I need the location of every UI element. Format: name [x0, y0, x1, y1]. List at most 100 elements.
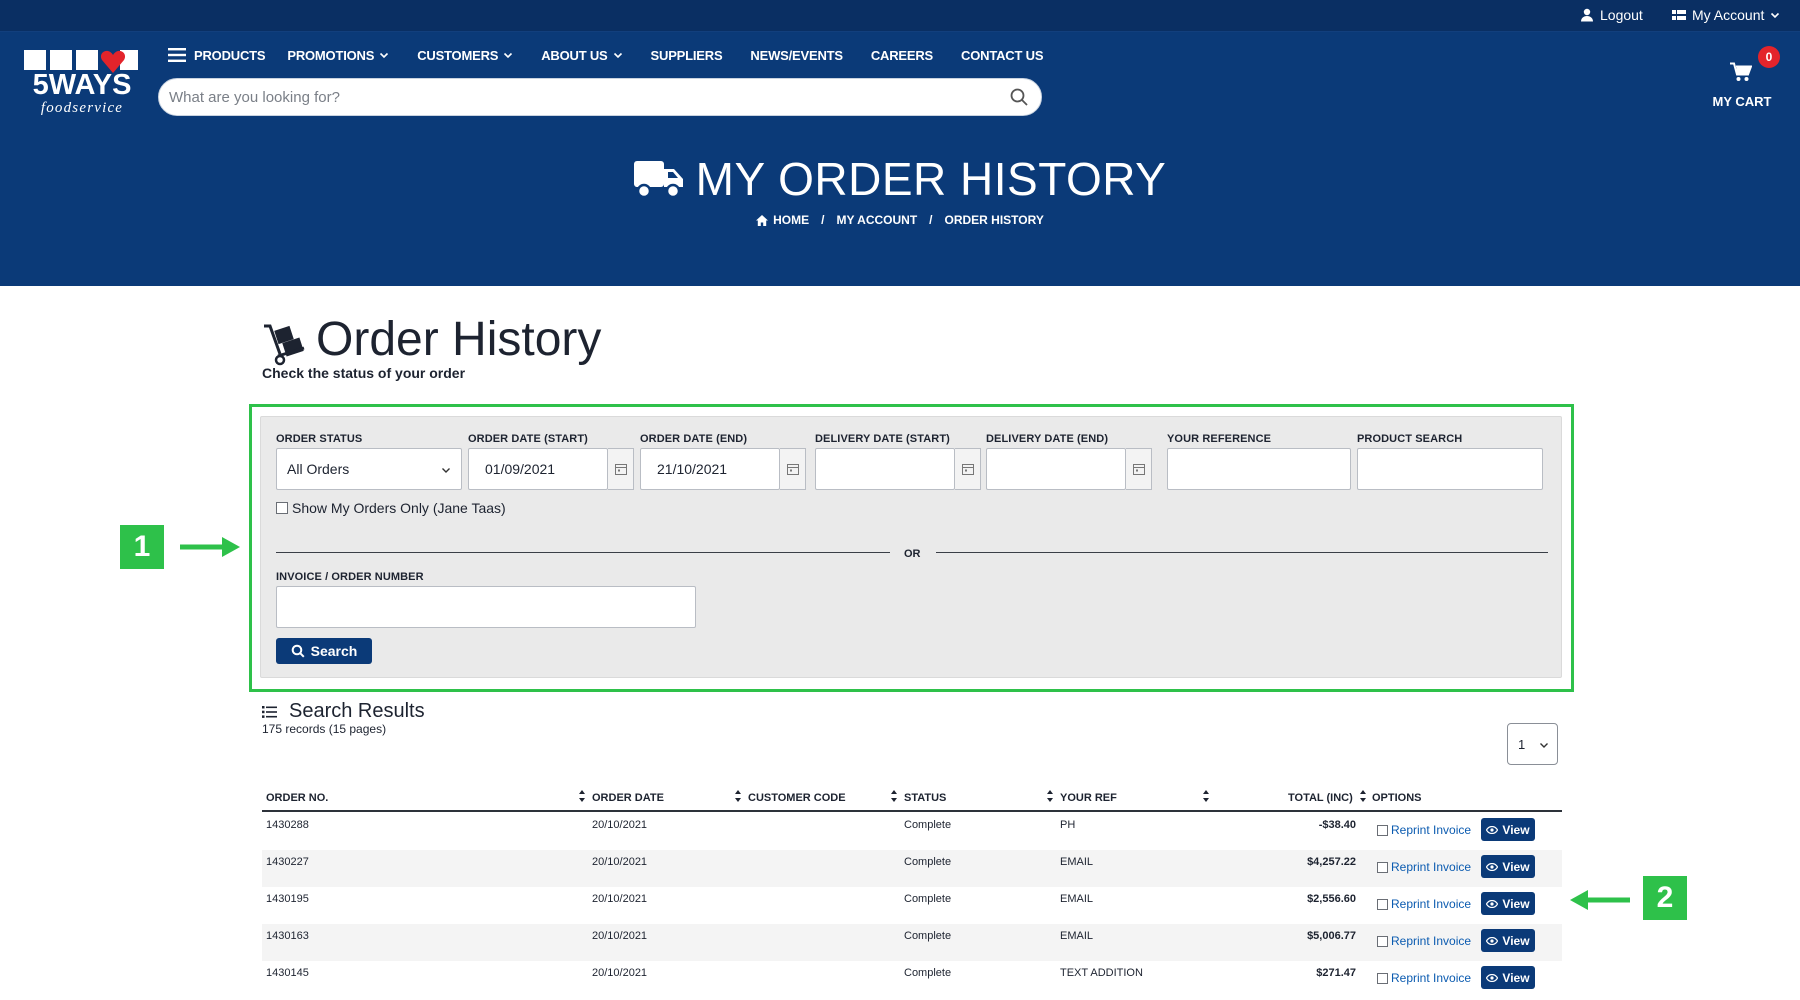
view-button[interactable]: View — [1481, 966, 1535, 989]
eye-icon — [1486, 973, 1499, 982]
nav-products[interactable]: PRODUCTS — [194, 48, 266, 63]
hero-title-text: MY ORDER HISTORY — [695, 153, 1167, 205]
nav-about-us[interactable]: ABOUT US — [541, 48, 622, 63]
reprint-invoice[interactable]: Reprint Invoice — [1377, 860, 1471, 874]
table-row: 1430145 20/10/2021 Complete TEXT ADDITIO… — [262, 961, 1562, 998]
reprint-invoice[interactable]: Reprint Invoice — [1377, 934, 1471, 948]
order-status: Complete — [904, 967, 952, 979]
table-row: 1430288 20/10/2021 Complete PH -$38.40 R… — [262, 813, 1562, 850]
hand-truck-icon — [264, 324, 305, 366]
reprint-checkbox[interactable] — [1377, 898, 1388, 910]
page-select[interactable]: 1 — [1507, 723, 1558, 765]
sort-icon[interactable] — [1046, 790, 1054, 802]
nav-news-events[interactable]: NEWS/EVENTS — [750, 48, 843, 63]
nav-suppliers[interactable]: SUPPLIERS — [651, 48, 723, 63]
order-status: Complete — [904, 930, 952, 942]
page-title: Order History — [316, 313, 602, 366]
order-date-end-calendar[interactable] — [780, 448, 806, 490]
show-my-orders-checkbox[interactable] — [276, 502, 288, 514]
search-button[interactable]: Search — [276, 638, 372, 664]
site-logo[interactable]: 5WAYS foodservice — [20, 40, 140, 116]
col-order-no[interactable]: ORDER NO. — [266, 792, 328, 804]
sort-icon[interactable] — [578, 790, 586, 802]
arrow-left-icon — [1570, 890, 1630, 910]
order-date-start-calendar[interactable] — [608, 448, 634, 490]
order-date-end-input[interactable]: 21/10/2021 — [640, 448, 780, 490]
delivery-date-end-input[interactable] — [986, 448, 1126, 490]
divider — [936, 552, 1548, 553]
your-reference-input[interactable] — [1167, 448, 1351, 490]
nav-customers[interactable]: CUSTOMERS — [417, 48, 513, 63]
order-total: $4,257.22 — [1307, 856, 1356, 868]
invoice-number-input[interactable] — [276, 586, 696, 628]
logout-link[interactable]: Logout — [1580, 7, 1643, 23]
col-order-date[interactable]: ORDER DATE — [592, 792, 664, 804]
site-search-input[interactable] — [169, 83, 999, 111]
view-button[interactable]: View — [1481, 892, 1535, 915]
col-total[interactable]: TOTAL (INC) — [1288, 792, 1353, 804]
chevron-down-icon — [1540, 743, 1548, 748]
reprint-checkbox[interactable] — [1377, 972, 1388, 984]
main-nav: PRODUCTS PROMOTIONS CUSTOMERS ABOUT US S… — [168, 44, 1043, 66]
order-date: 20/10/2021 — [592, 893, 648, 905]
col-your-ref[interactable]: YOUR REF — [1060, 792, 1117, 804]
delivery-date-start-calendar[interactable] — [955, 448, 981, 490]
order-number[interactable]: 1430288 — [266, 819, 309, 831]
nav-contact-us[interactable]: CONTACT US — [961, 48, 1043, 63]
your-reference-label: YOUR REFERENCE — [1167, 433, 1272, 445]
show-my-orders-checkbox-row[interactable]: Show My Orders Only (Jane Taas) — [276, 500, 506, 516]
delivery-date-end-label: DELIVERY DATE (END) — [986, 433, 1109, 445]
breadcrumb: HOME / MY ACCOUNT / ORDER HISTORY — [0, 213, 1800, 227]
page-subtitle: Check the status of your order — [262, 365, 466, 381]
reprint-invoice[interactable]: Reprint Invoice — [1377, 897, 1471, 911]
nav-promotions[interactable]: PROMOTIONS — [287, 48, 389, 63]
top-bar: Logout My Account — [0, 0, 1800, 32]
nav-careers[interactable]: CAREERS — [871, 48, 933, 63]
col-status[interactable]: STATUS — [904, 792, 946, 804]
reprint-checkbox[interactable] — [1377, 861, 1388, 873]
eye-icon — [1486, 899, 1499, 908]
chevron-down-icon — [380, 52, 389, 59]
breadcrumb-order-history[interactable]: ORDER HISTORY — [945, 213, 1044, 227]
product-search-input[interactable] — [1357, 448, 1543, 490]
col-customer-code[interactable]: CUSTOMER CODE — [748, 792, 846, 804]
product-search-label: PRODUCT SEARCH — [1357, 433, 1463, 445]
hamburger-icon[interactable] — [168, 48, 186, 62]
page-heading: Order History — [262, 314, 601, 366]
order-date: 20/10/2021 — [592, 819, 648, 831]
arrow-right-icon — [180, 537, 240, 557]
order-status-select[interactable]: All Orders — [276, 448, 462, 490]
table-row: 1430163 20/10/2021 Complete EMAIL $5,006… — [262, 924, 1562, 961]
breadcrumb-my-account[interactable]: MY ACCOUNT — [836, 213, 917, 227]
order-number[interactable]: 1430195 — [266, 893, 309, 905]
delivery-date-end-calendar[interactable] — [1126, 448, 1152, 490]
reprint-checkbox[interactable] — [1377, 935, 1388, 947]
reprint-checkbox[interactable] — [1377, 824, 1388, 836]
sort-icon[interactable] — [734, 790, 742, 802]
order-date-start-input[interactable]: 01/09/2021 — [468, 448, 608, 490]
order-number[interactable]: 1430163 — [266, 930, 309, 942]
sort-icon[interactable] — [1202, 790, 1210, 802]
reprint-invoice[interactable]: Reprint Invoice — [1377, 823, 1471, 837]
logo-mark — [24, 50, 138, 73]
order-number[interactable]: 1430227 — [266, 856, 309, 868]
delivery-date-start-input[interactable] — [815, 448, 955, 490]
view-button[interactable]: View — [1481, 855, 1535, 878]
order-number[interactable]: 1430145 — [266, 967, 309, 979]
my-account-label: My Account — [1692, 7, 1765, 23]
list-icon — [262, 705, 277, 718]
chevron-down-icon — [504, 52, 513, 59]
eye-icon — [1486, 862, 1499, 871]
sort-icon[interactable] — [1359, 790, 1367, 802]
view-button[interactable]: View — [1481, 818, 1535, 841]
cart-button[interactable]: 0 MY CART — [1700, 46, 1784, 116]
reprint-invoice[interactable]: Reprint Invoice — [1377, 971, 1471, 985]
invoice-number-label: INVOICE / ORDER NUMBER — [276, 571, 424, 583]
order-status: Complete — [904, 893, 952, 905]
breadcrumb-home[interactable]: HOME — [756, 213, 809, 227]
my-account-menu[interactable]: My Account — [1672, 7, 1780, 23]
sort-icon[interactable] — [890, 790, 898, 802]
search-icon[interactable] — [1009, 87, 1029, 107]
view-button[interactable]: View — [1481, 929, 1535, 952]
order-date: 20/10/2021 — [592, 967, 648, 979]
